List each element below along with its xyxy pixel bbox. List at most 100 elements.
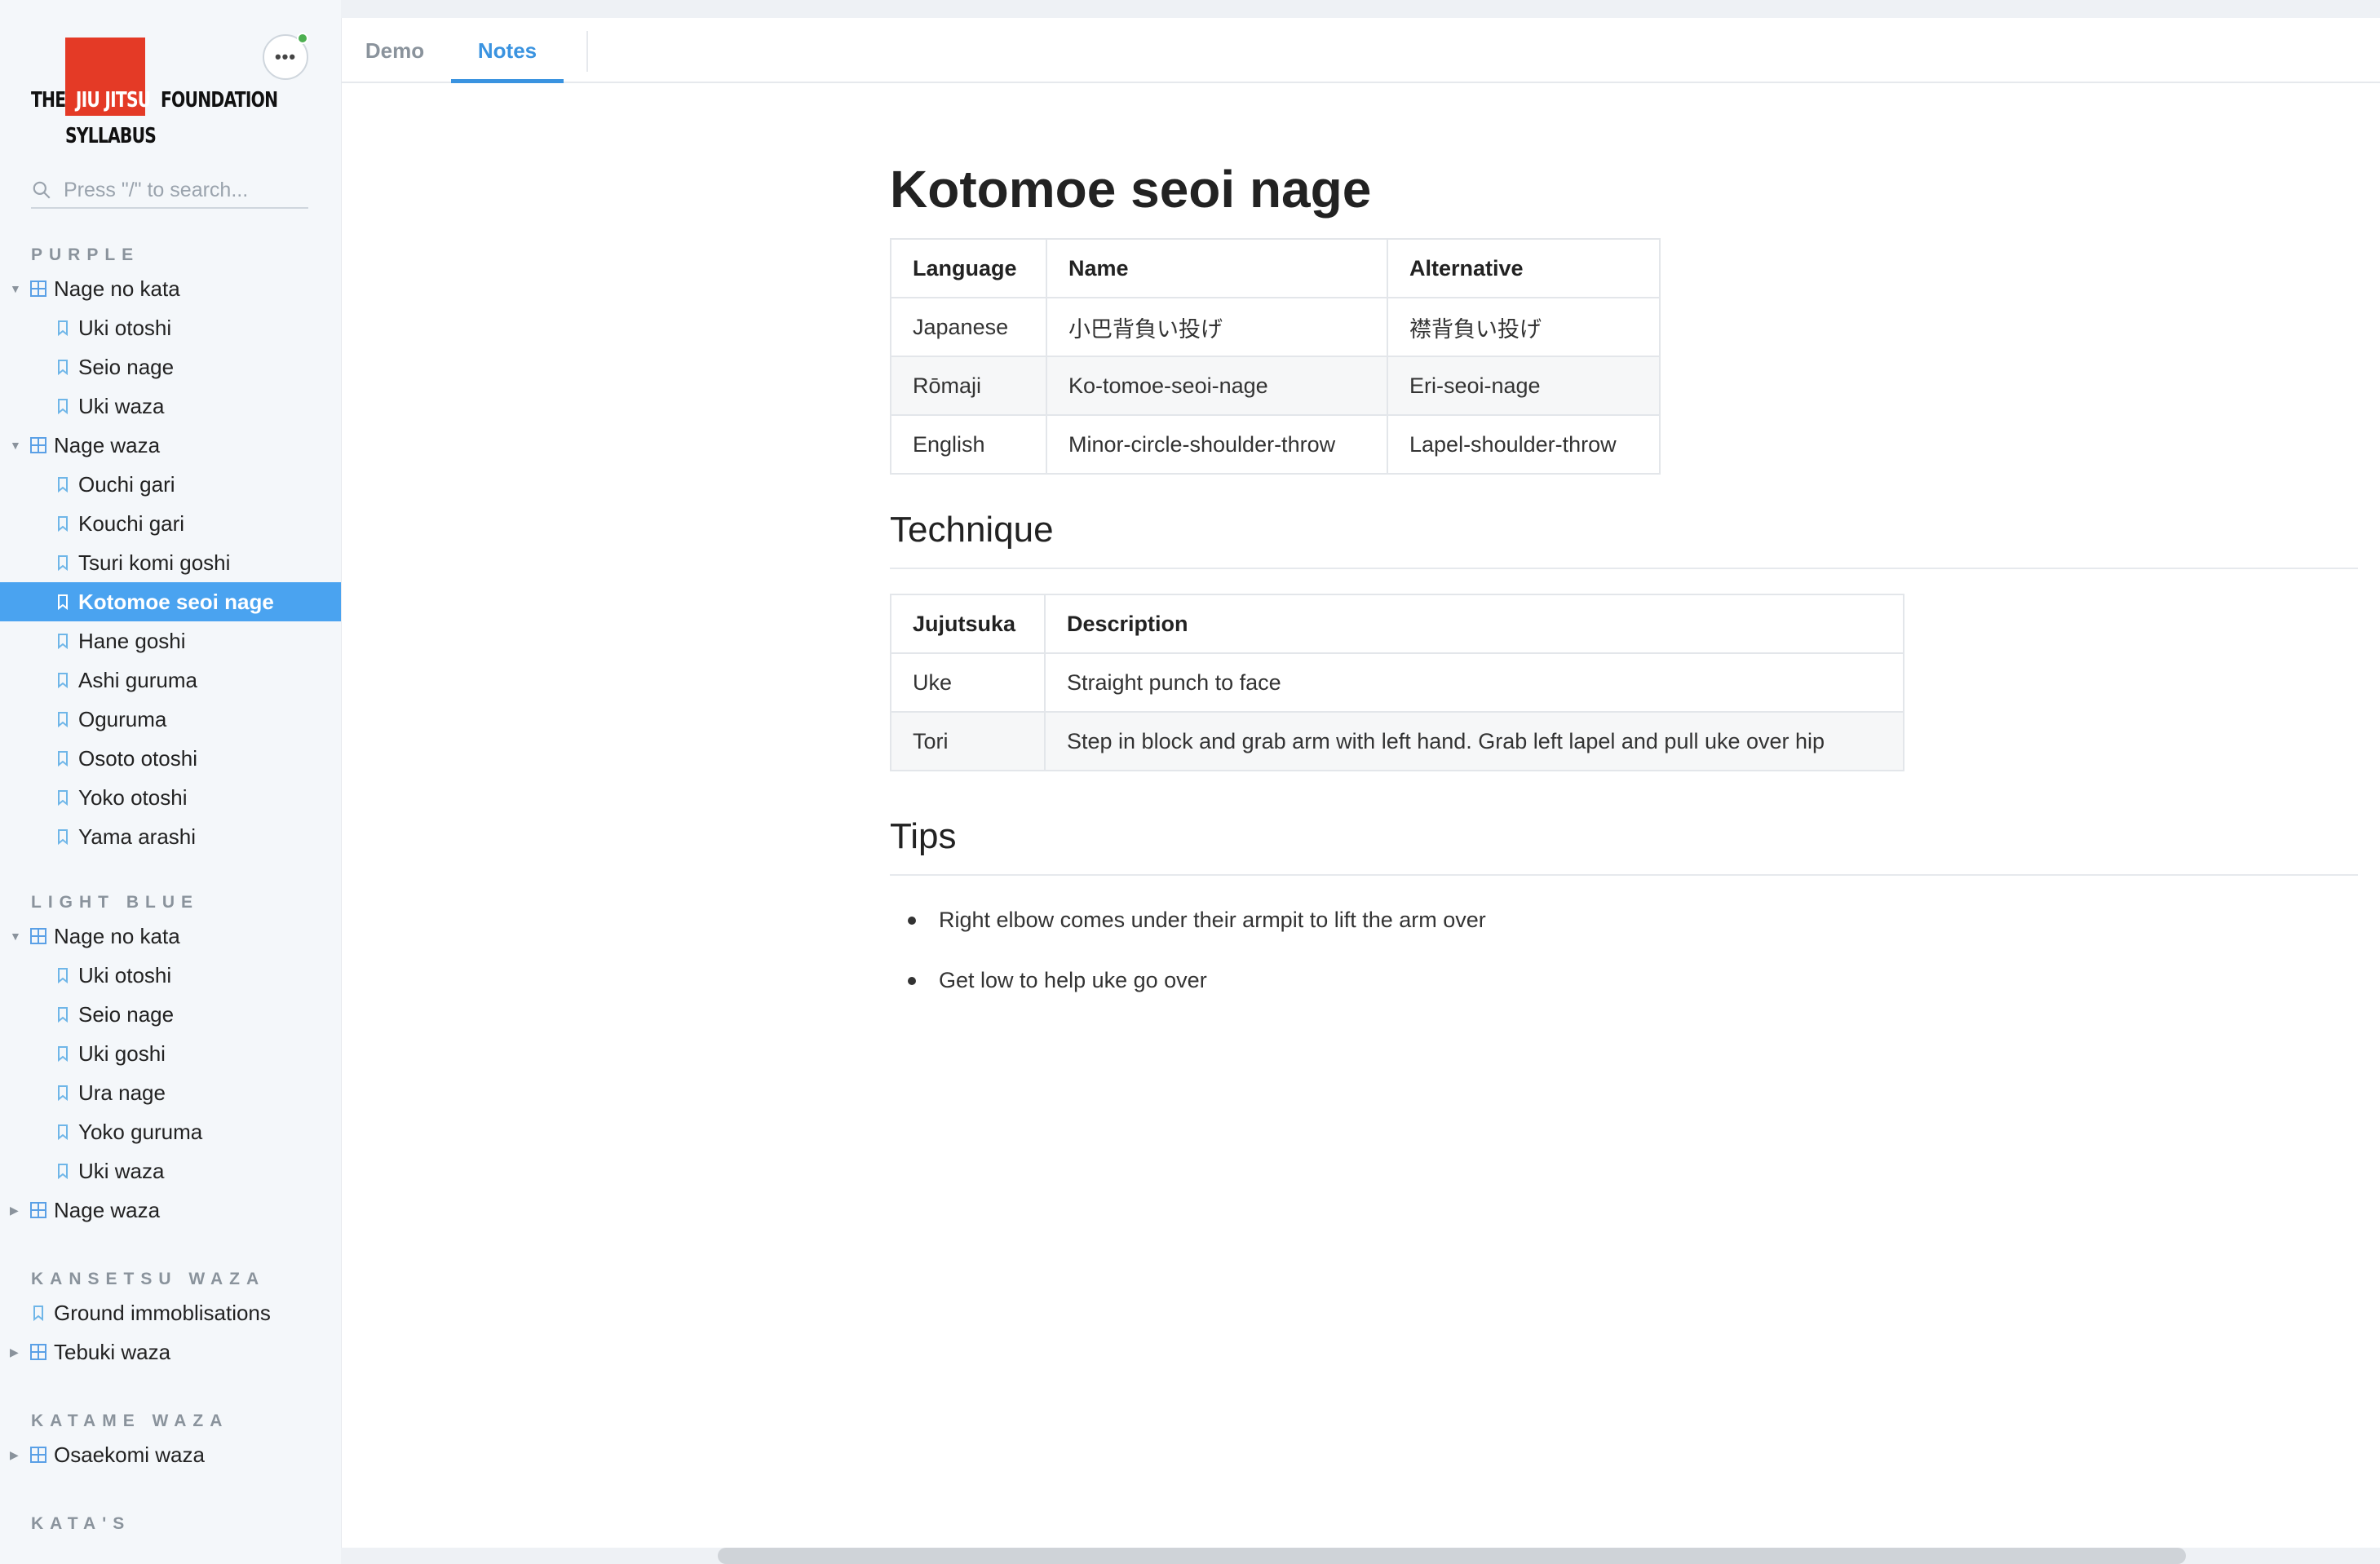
sidebar-item-label: Nage waza (54, 1198, 161, 1222)
sidebar-item[interactable]: Uki waza (0, 1151, 341, 1191)
sidebar-item-label: Yoko guruma (78, 1120, 203, 1144)
sidebar-item-label: Hane goshi (78, 629, 186, 653)
sidebar-item[interactable]: Uki otoshi (0, 308, 341, 347)
sidebar-group-osaekomi-waza[interactable]: ▶ Osaekomi waza (0, 1435, 341, 1474)
sidebar-item[interactable]: Kouchi gari (0, 504, 341, 543)
sidebar-item-label: Tebuki waza (54, 1340, 171, 1364)
table-cell: Ko-tomoe-seoi-nage (1046, 356, 1388, 416)
table-header: Language (890, 238, 1047, 298)
online-status-dot (297, 33, 308, 44)
sidebar-item[interactable]: Uki waza (0, 387, 341, 426)
bookmark-icon (58, 320, 68, 337)
sidebar-item[interactable]: Tsuri komi goshi (0, 543, 341, 582)
sidebar-item[interactable]: Seio nage (0, 347, 341, 387)
tips-heading: Tips (890, 797, 2358, 876)
chevron-right-icon[interactable]: ▶ (10, 1435, 21, 1474)
sidebar-item-label: Tsuri komi goshi (78, 550, 231, 575)
table-cell: 小巴背負い投げ (1046, 297, 1388, 357)
technique-table: Jujutsuka Description Uke Straight punch… (890, 594, 1904, 771)
sidebar-item-label: Yama arashi (78, 824, 197, 849)
tab-divider (586, 31, 588, 72)
window-shadow (718, 1548, 2186, 1564)
sidebar-item[interactable]: Ouchi gari (0, 465, 341, 504)
main-panel: Demo Notes Kotomoe seoi nage Language Na… (341, 18, 2380, 1548)
chevron-down-icon[interactable]: ▼ (10, 426, 21, 465)
table-header-row: Language Name Alternative (890, 238, 1661, 298)
search-bar[interactable] (31, 173, 308, 209)
sidebar-item-label: Seio nage (78, 1002, 175, 1027)
section-title-light-blue: LIGHT BLUE (31, 893, 199, 912)
sidebar-group-tebuki-waza[interactable]: ▶ Tebuki waza (0, 1332, 341, 1372)
sidebar-item[interactable]: Hane goshi (0, 621, 341, 661)
section-title-katame-waza: KATAME WAZA (31, 1412, 229, 1430)
bookmark-icon (58, 712, 68, 728)
sidebar-item[interactable]: Uki goshi (0, 1034, 341, 1073)
tips-list: Right elbow comes under their armpit to … (890, 902, 2358, 1023)
table-row: Japanese 小巴背負い投げ 襟背負い投げ (890, 297, 1661, 357)
sidebar-item[interactable]: Yoko guruma (0, 1112, 341, 1151)
search-icon (33, 181, 51, 199)
sidebar-group-nage-no-kata[interactable]: ▼ Nage no kata (0, 269, 341, 308)
table-cell: Japanese (890, 297, 1047, 357)
tab-demo[interactable]: Demo (352, 18, 438, 83)
table-row: Rōmaji Ko-tomoe-seoi-nage Eri-seoi-nage (890, 356, 1661, 416)
bookmark-icon (58, 555, 68, 572)
chevron-down-icon[interactable]: ▼ (10, 269, 21, 308)
section-title-purple: PURPLE (31, 245, 140, 264)
sidebar-item-label: Kouchi gari (78, 511, 185, 536)
sidebar-item-label: Uki waza (78, 394, 165, 418)
logo-line-1: THE JIU JITSU FOUNDATION (31, 88, 278, 113)
table-cell: Step in block and grab arm with left han… (1044, 711, 1904, 771)
sidebar-item-label: Seio nage (78, 355, 175, 379)
sidebar-item[interactable]: Oguruma (0, 700, 341, 739)
sidebar-item-label: Uki otoshi (78, 963, 172, 987)
tab-notes[interactable]: Notes (451, 18, 564, 83)
notes-content: Kotomoe seoi nage Language Name Alternat… (890, 148, 2358, 1023)
bookmark-icon (58, 594, 68, 611)
sidebar-group-nage-waza[interactable]: ▶ Nage waza (0, 1191, 341, 1230)
table-cell: Lapel-shoulder-throw (1387, 414, 1661, 475)
search-input[interactable] (64, 178, 300, 202)
sidebar-nav: PURPLE ▼ Nage no kata Uki otoshi Seio na… (0, 241, 341, 1538)
table-cell: Rōmaji (890, 356, 1047, 416)
sidebar-item-label: Nage no kata (54, 276, 180, 301)
sidebar-item-active[interactable]: Kotomoe seoi nage (0, 582, 341, 621)
page-title: Kotomoe seoi nage (890, 160, 1372, 219)
grid-icon (30, 1202, 46, 1218)
bookmark-icon (58, 477, 68, 493)
sidebar-item[interactable]: Ground immoblisations (0, 1293, 341, 1332)
table-header: Jujutsuka (890, 594, 1046, 654)
grid-icon (30, 1447, 46, 1463)
bookmark-icon (58, 1046, 68, 1063)
grid-icon (30, 928, 46, 944)
table-header: Description (1044, 594, 1904, 654)
sidebar-item-label: Ouchi gari (78, 472, 175, 497)
app-window: THE JIU JITSU FOUNDATION SYLLABUS ••• PU… (0, 0, 2380, 1564)
bookmark-icon (58, 1164, 68, 1180)
brand-logo[interactable]: THE JIU JITSU FOUNDATION SYLLABUS (31, 38, 278, 152)
sidebar-item[interactable]: Yoko otoshi (0, 778, 341, 817)
sidebar-item-label: Ashi guruma (78, 668, 197, 692)
sidebar-group-nage-waza[interactable]: ▼ Nage waza (0, 426, 341, 465)
sidebar-item-label: Nage waza (54, 433, 161, 457)
sidebar-item[interactable]: Seio nage (0, 995, 341, 1034)
sidebar-item[interactable]: Yama arashi (0, 817, 341, 856)
sidebar-item[interactable]: Ura nage (0, 1073, 341, 1112)
list-item: Get low to help uke go over (890, 962, 2358, 1023)
sidebar-item[interactable]: Osoto otoshi (0, 739, 341, 778)
sidebar-item-label: Ura nage (78, 1080, 166, 1105)
chevron-right-icon[interactable]: ▶ (10, 1191, 21, 1230)
sidebar-item[interactable]: Ashi guruma (0, 661, 341, 700)
technique-heading: Technique (890, 491, 2358, 569)
sidebar-item-label: Osoto otoshi (78, 746, 197, 771)
chevron-right-icon[interactable]: ▶ (10, 1332, 21, 1372)
sidebar: THE JIU JITSU FOUNDATION SYLLABUS ••• PU… (0, 0, 341, 1564)
sidebar-group-nage-no-kata[interactable]: ▼ Nage no kata (0, 917, 341, 956)
bookmark-icon (58, 790, 68, 806)
logo-line-2: SYLLABUS (65, 124, 157, 148)
table-cell: Eri-seoi-nage (1387, 356, 1661, 416)
chevron-down-icon[interactable]: ▼ (10, 917, 21, 956)
bookmark-icon (58, 360, 68, 376)
bookmark-icon (58, 1124, 68, 1141)
sidebar-item[interactable]: Uki otoshi (0, 956, 341, 995)
